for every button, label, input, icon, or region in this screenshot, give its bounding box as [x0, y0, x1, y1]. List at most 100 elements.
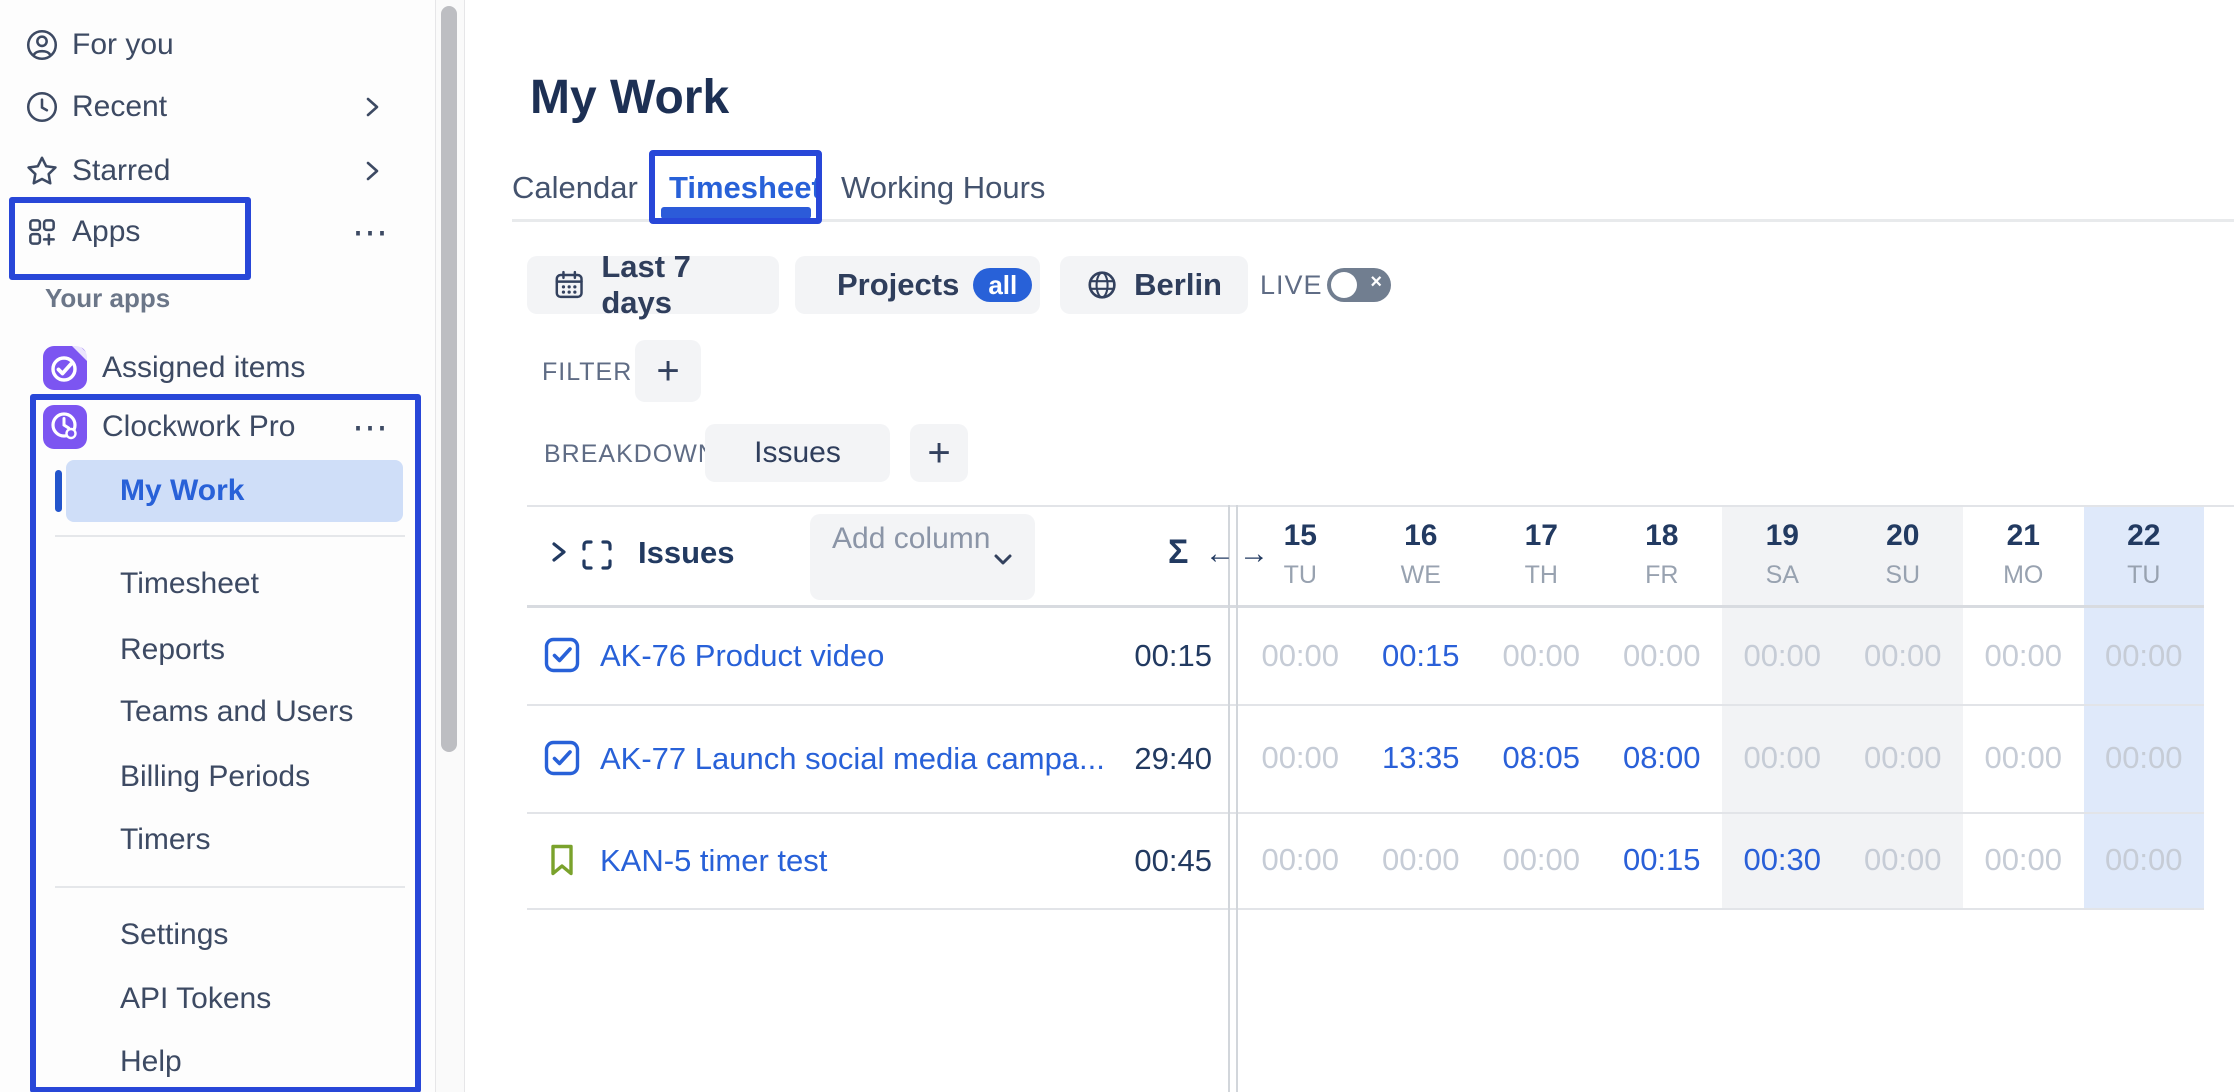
- sidebar-item-label: Timers: [120, 823, 211, 857]
- timesheet-cells: 00:00 13:35 08:05 08:00 00:00 00:00 00:0…: [1240, 704, 2204, 812]
- more-options-icon[interactable]: ⋯: [352, 406, 390, 448]
- tab-label: Timesheet: [669, 170, 822, 206]
- sidebar-scrollbar-thumb[interactable]: [441, 6, 457, 752]
- timesheet-cell[interactable]: 00:00: [1602, 607, 1723, 704]
- timesheet-cell[interactable]: 00:00: [1481, 812, 1602, 908]
- timesheet-cell[interactable]: 00:15: [1361, 607, 1482, 704]
- resize-arrow-left-icon[interactable]: ←: [1205, 537, 1235, 571]
- location-filter-button[interactable]: Berlin: [1060, 256, 1248, 314]
- fullscreen-brackets-icon[interactable]: [579, 537, 615, 578]
- filter-row-label: FILTER: [542, 358, 632, 387]
- day-header[interactable]: 16WE: [1361, 505, 1482, 606]
- sidebar-item-teams-and-users[interactable]: Teams and Users: [0, 687, 435, 737]
- chevron-right-icon[interactable]: [358, 93, 386, 121]
- day-header[interactable]: 17TH: [1481, 505, 1602, 606]
- timesheet-cell[interactable]: 00:00: [1481, 607, 1602, 704]
- sidebar-item-label: Assigned items: [102, 351, 305, 385]
- add-filter-button[interactable]: +: [635, 340, 701, 402]
- timesheet-cell[interactable]: 00:00: [2084, 704, 2205, 812]
- issue-link[interactable]: AK-76 Product video: [600, 638, 884, 674]
- sidebar-divider: [55, 535, 405, 537]
- issues-column-header[interactable]: Issues: [638, 535, 735, 571]
- sidebar-item-help[interactable]: Help: [0, 1037, 435, 1087]
- timesheet-cell[interactable]: 00:00: [1843, 607, 1964, 704]
- row-border: [527, 908, 2204, 910]
- timesheet-cell[interactable]: 00:00: [2084, 607, 2205, 704]
- sidebar-scrollbar-track: [435, 0, 465, 1092]
- breakdown-issues-button[interactable]: Issues: [705, 424, 890, 482]
- row-total: 00:45: [1050, 843, 1212, 879]
- day-header-weekend[interactable]: 20SU: [1843, 505, 1964, 606]
- projects-label: Projects: [837, 267, 959, 303]
- add-column-dropdown[interactable]: Add column: [810, 514, 1035, 600]
- table-row: KAN-5 timer test 00:45 00:00 00:00 00:00…: [463, 812, 2234, 908]
- row-total: 00:15: [1050, 638, 1212, 674]
- tab-calendar[interactable]: Calendar: [512, 168, 638, 208]
- person-circle-icon: [24, 27, 60, 63]
- timesheet-cell[interactable]: 00:00: [1963, 704, 2084, 812]
- timesheet-cell[interactable]: 00:00: [1722, 607, 1843, 704]
- table-header: Issues Add column Σ ← → 15TU 16WE 17TH 1…: [463, 505, 2234, 606]
- timesheet-cell[interactable]: 00:00: [2084, 812, 2205, 908]
- issue-link[interactable]: KAN-5 timer test: [600, 843, 827, 879]
- timesheet-cell[interactable]: 00:30: [1722, 812, 1843, 908]
- day-header[interactable]: 21MO: [1963, 505, 2084, 606]
- chevron-right-icon[interactable]: [358, 157, 386, 185]
- timesheet-cell[interactable]: 00:00: [1963, 607, 2084, 704]
- sidebar-item-timers[interactable]: Timers: [0, 815, 435, 865]
- sidebar-item-for-you[interactable]: For you: [0, 20, 435, 70]
- chevron-down-icon: [989, 546, 1017, 574]
- timesheet-cell[interactable]: 00:00: [1240, 607, 1361, 704]
- timesheet-cells: 00:00 00:00 00:00 00:15 00:30 00:00 00:0…: [1240, 812, 2204, 908]
- expand-group-chevron-icon[interactable]: [543, 537, 573, 572]
- day-header-today[interactable]: 22TU: [2084, 505, 2205, 606]
- more-options-icon[interactable]: ⋯: [352, 211, 390, 253]
- timesheet-cell[interactable]: 08:00: [1602, 704, 1723, 812]
- day-header[interactable]: 15TU: [1240, 505, 1361, 606]
- timesheet-cell[interactable]: 13:35: [1361, 704, 1482, 812]
- location-label: Berlin: [1134, 267, 1222, 303]
- live-toggle[interactable]: ×: [1327, 268, 1391, 302]
- sidebar-item-recent[interactable]: Recent: [0, 82, 435, 132]
- timesheet-cell[interactable]: 00:00: [1240, 704, 1361, 812]
- tab-working-hours[interactable]: Working Hours: [841, 168, 1045, 208]
- story-type-icon: [544, 842, 580, 883]
- day-header-weekend[interactable]: 19SA: [1722, 505, 1843, 606]
- sum-sigma-icon[interactable]: Σ: [1168, 533, 1188, 572]
- add-column-placeholder: Add column: [832, 520, 990, 557]
- projects-filter-button[interactable]: Projects all: [795, 256, 1040, 314]
- timesheet-cell[interactable]: 00:00: [1843, 704, 1964, 812]
- date-range-filter-button[interactable]: Last 7 days: [527, 256, 779, 314]
- issue-link[interactable]: AK-77 Launch social media campa...: [600, 741, 1105, 777]
- timesheet-cell[interactable]: 00:00: [1361, 812, 1482, 908]
- sidebar-item-starred[interactable]: Starred: [0, 146, 435, 196]
- sidebar-item-label: Reports: [120, 633, 225, 667]
- active-item-indicator: [55, 470, 62, 512]
- sidebar-item-settings[interactable]: Settings: [0, 910, 435, 960]
- sidebar-item-assigned-items[interactable]: Assigned items: [0, 343, 435, 393]
- sidebar-item-my-work[interactable]: My Work: [66, 460, 403, 522]
- sidebar-item-label: Recent: [72, 90, 167, 124]
- day-header[interactable]: 18FR: [1602, 505, 1723, 606]
- sidebar-item-clockwork-pro[interactable]: Clockwork Pro ⋯: [0, 402, 435, 452]
- timesheet-cell[interactable]: 08:05: [1481, 704, 1602, 812]
- app-window: For you Recent Starred: [0, 0, 2234, 1092]
- tab-timesheet[interactable]: Timesheet: [669, 168, 822, 208]
- sidebar-divider: [55, 886, 405, 888]
- add-breakdown-button[interactable]: +: [910, 424, 968, 482]
- sidebar-item-billing-periods[interactable]: Billing Periods: [0, 752, 435, 802]
- table-row: AK-77 Launch social media campa... 29:40…: [463, 704, 2234, 812]
- timesheet-cell[interactable]: 00:00: [1843, 812, 1964, 908]
- sidebar-item-label: For you: [72, 28, 174, 62]
- sidebar-item-label: Timesheet: [120, 567, 259, 601]
- sidebar-item-timesheet[interactable]: Timesheet: [0, 559, 435, 609]
- sidebar-item-reports[interactable]: Reports: [0, 625, 435, 675]
- timesheet-cell[interactable]: 00:00: [1240, 812, 1361, 908]
- timesheet-cell[interactable]: 00:00: [1963, 812, 2084, 908]
- sidebar-item-apps[interactable]: Apps ⋯: [0, 207, 435, 257]
- sidebar-item-api-tokens[interactable]: API Tokens: [0, 974, 435, 1024]
- apps-grid-icon: [24, 214, 60, 250]
- timesheet-cell[interactable]: 00:15: [1602, 812, 1723, 908]
- timesheet-cell[interactable]: 00:00: [1722, 704, 1843, 812]
- clock-icon: [24, 89, 60, 125]
